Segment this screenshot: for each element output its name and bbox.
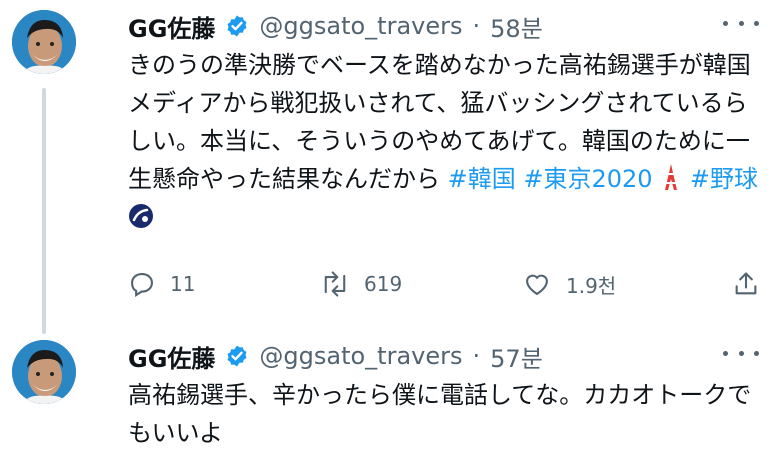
- baseball-hashflag-icon: [129, 204, 153, 228]
- tweet-text: きのうの準決勝でベースを踏めなかった高祐錫選手が韓国メディアから戦犯扱いされて、…: [128, 46, 768, 236]
- retweet-icon: [324, 271, 346, 297]
- reply-icon: [131, 273, 153, 298]
- avatar-photo: [12, 10, 76, 74]
- thread-line: [42, 88, 46, 334]
- timestamp[interactable]: 58분: [490, 9, 543, 44]
- verified-badge-icon: [227, 345, 247, 367]
- avatar-photo: [12, 340, 76, 404]
- tokyo-tower-emoji: [665, 164, 678, 190]
- tweet-header: GG佐藤 @ggsato_travers · 57분: [128, 338, 543, 374]
- timestamp[interactable]: 57분: [490, 339, 543, 374]
- handle[interactable]: @ggsato_travers: [259, 12, 462, 40]
- retweet-button[interactable]: 619: [320, 270, 402, 298]
- retweet-count: 619: [364, 272, 403, 296]
- display-name[interactable]: GG佐藤: [128, 339, 215, 374]
- tweet-text: 高祐錫選手、辛かったら僕に電話してな。カカオトークでもいいよ: [128, 381, 752, 447]
- action-bar: 11 619 1.9천: [128, 262, 768, 306]
- reply-count: 11: [170, 272, 196, 296]
- tweet-1[interactable]: GG佐藤 @ggsato_travers · 58분 きのうの準決勝でベースを踏…: [0, 0, 779, 334]
- avatar[interactable]: [12, 340, 76, 404]
- like-button[interactable]: 1.9천: [522, 270, 616, 299]
- share-button[interactable]: [732, 270, 760, 298]
- tweet-body: きのうの準決勝でベースを踏めなかった高祐錫選手が韓国メディアから戦犯扱いされて、…: [128, 51, 751, 193]
- share-icon: [735, 272, 757, 295]
- tweet-header: GG佐藤 @ggsato_travers · 58분: [128, 8, 543, 44]
- hashtag-korea[interactable]: #韓国: [448, 165, 516, 193]
- verified-badge-icon: [227, 15, 247, 37]
- handle[interactable]: @ggsato_travers: [259, 342, 462, 370]
- avatar[interactable]: [12, 10, 76, 74]
- hashtag-tokyo2020[interactable]: #東京2020: [523, 165, 652, 193]
- like-count: 1.9천: [566, 273, 617, 298]
- hashtag-baseball[interactable]: #野球: [690, 165, 758, 193]
- separator-dot: ·: [472, 342, 481, 370]
- separator-dot: ·: [472, 12, 481, 40]
- more-icon[interactable]: [723, 346, 759, 360]
- more-icon[interactable]: [723, 16, 759, 30]
- tweet-2[interactable]: GG佐藤 @ggsato_travers · 57분 高祐錫選手、辛かったら僕に…: [0, 330, 779, 464]
- display-name[interactable]: GG佐藤: [128, 9, 215, 44]
- like-icon: [526, 274, 548, 296]
- reply-button[interactable]: 11: [128, 270, 195, 298]
